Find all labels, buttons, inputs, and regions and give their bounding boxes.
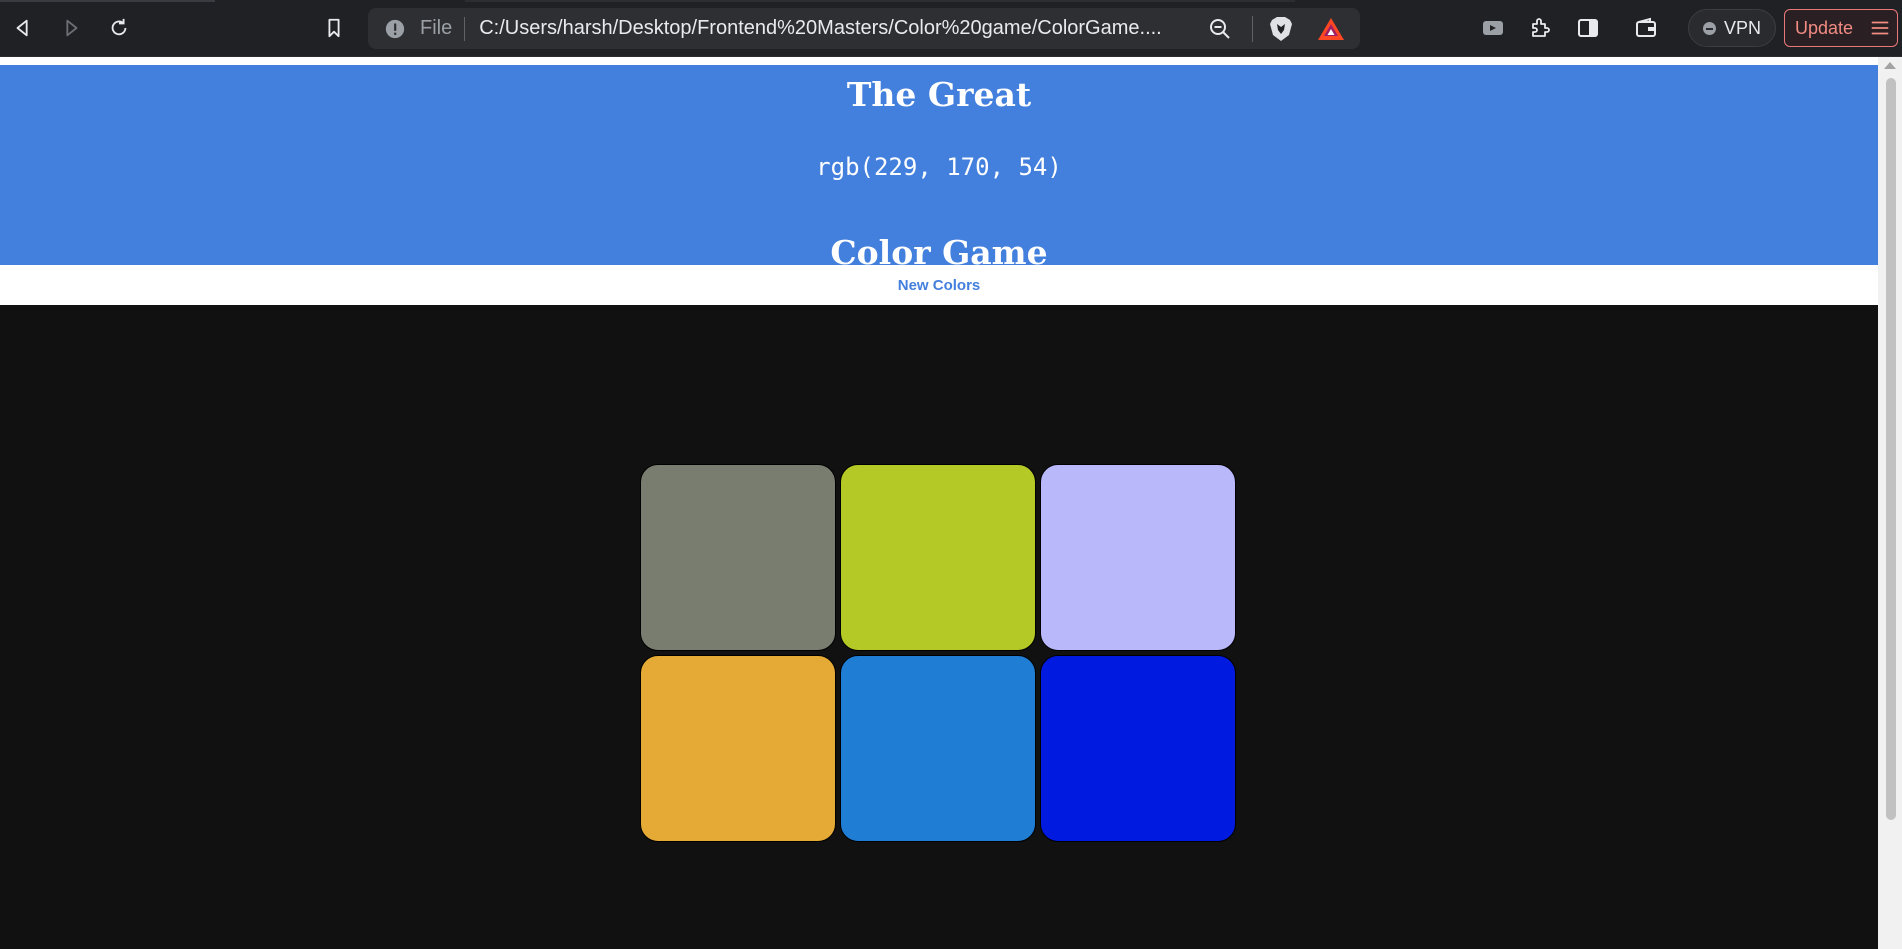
bookmark-button[interactable] [318,12,350,44]
reload-button[interactable] [103,12,135,44]
color-square[interactable] [640,655,836,842]
forward-button[interactable] [55,12,87,44]
address-bar[interactable]: File C:/Users/harsh/Desktop/Frontend%20M… [368,8,1360,49]
color-square[interactable] [1040,464,1236,651]
forward-icon [66,19,78,37]
menu-icon [1871,21,1889,35]
sidebar-icon[interactable] [1574,14,1602,42]
scrollbar-thumb[interactable] [1886,78,1896,820]
active-tab-indicator [0,0,215,2]
page-top-strip [0,57,1878,65]
info-icon[interactable] [384,18,406,40]
bookmark-icon [328,18,340,38]
extensions-icon[interactable] [1526,14,1554,42]
update-button[interactable]: Update [1784,9,1898,47]
browser-toolbar: File C:/Users/harsh/Desktop/Frontend%20M… [0,0,1902,57]
color-square[interactable] [840,655,1036,842]
vpn-label: VPN [1723,17,1761,38]
new-colors-button[interactable]: New Colors [898,277,981,294]
back-icon [16,19,28,37]
zoom-out-icon[interactable] [1208,17,1232,41]
target-color-display: rgb(229, 170, 54) [816,153,1062,181]
vpn-status-icon [1702,21,1716,35]
reload-icon [111,18,127,36]
url-scheme-label: File [420,17,453,39]
brave-shields-icon[interactable] [1268,15,1294,43]
shield-divider [1252,16,1253,42]
url-divider [464,16,466,41]
scroll-up-arrow[interactable] [1884,62,1896,69]
update-label: Update [1795,17,1854,38]
tab-strip-edge [465,0,1295,2]
brave-rewards-icon[interactable] [1317,16,1345,42]
back-button[interactable] [7,12,39,44]
color-grid [640,464,1240,842]
color-square[interactable] [640,464,836,651]
media-icon[interactable] [1479,14,1507,42]
url-text[interactable]: C:/Users/harsh/Desktop/Frontend%20Master… [479,17,1199,40]
control-stripe: New Colors [0,265,1878,305]
color-square[interactable] [1040,655,1236,842]
game-header: The Great rgb(229, 170, 54) Color Game [0,65,1878,272]
title-top: The Great [846,75,1032,114]
color-square[interactable] [840,464,1036,651]
wallet-icon[interactable] [1632,14,1660,42]
vpn-button[interactable]: VPN [1688,9,1776,47]
page-viewport: The Great rgb(229, 170, 54) Color Game N… [0,57,1878,949]
